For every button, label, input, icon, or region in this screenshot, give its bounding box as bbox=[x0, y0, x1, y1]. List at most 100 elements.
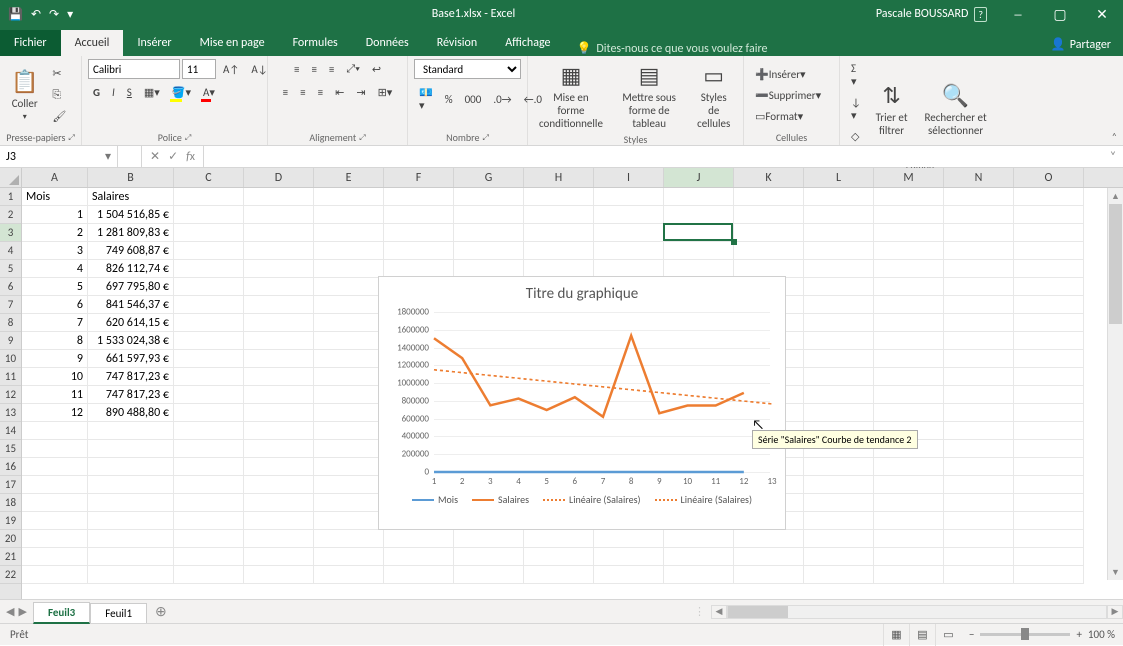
column-header[interactable]: A bbox=[22, 168, 88, 187]
cell[interactable] bbox=[244, 206, 314, 224]
cell[interactable] bbox=[454, 530, 524, 548]
cell[interactable] bbox=[314, 440, 384, 458]
formula-input[interactable] bbox=[204, 146, 1103, 167]
cell[interactable]: 2 bbox=[22, 224, 88, 242]
cell[interactable] bbox=[944, 548, 1014, 566]
column-header[interactable]: E bbox=[314, 168, 384, 187]
cell[interactable] bbox=[314, 476, 384, 494]
cell[interactable] bbox=[1014, 296, 1084, 314]
tab-data[interactable]: Données bbox=[352, 30, 423, 56]
format-cells-button[interactable]: ▭ Format ▾ bbox=[750, 107, 826, 126]
row-header[interactable]: 8 bbox=[0, 314, 21, 332]
embedded-chart[interactable]: Titre du graphique 020000040000060000080… bbox=[378, 276, 786, 530]
cell[interactable] bbox=[174, 188, 244, 206]
name-box[interactable] bbox=[0, 150, 99, 164]
cell[interactable] bbox=[804, 314, 874, 332]
cell[interactable] bbox=[524, 548, 594, 566]
cell[interactable] bbox=[244, 530, 314, 548]
cell[interactable] bbox=[22, 458, 88, 476]
insert-cells-button[interactable]: ➕ Insérer ▾ bbox=[750, 65, 826, 84]
tab-layout[interactable]: Mise en page bbox=[186, 30, 279, 56]
sheet-tab-feuil1[interactable]: Feuil1 bbox=[90, 603, 147, 623]
cell[interactable] bbox=[874, 530, 944, 548]
cell[interactable] bbox=[244, 242, 314, 260]
clipboard-dialog-icon[interactable]: ⤢ bbox=[68, 133, 74, 143]
row-header[interactable]: 1 bbox=[0, 188, 21, 206]
currency-icon[interactable]: 💶▾ bbox=[414, 83, 438, 115]
cell[interactable] bbox=[804, 224, 874, 242]
cell[interactable] bbox=[594, 548, 664, 566]
cell[interactable] bbox=[314, 332, 384, 350]
cell[interactable] bbox=[594, 224, 664, 242]
cell[interactable] bbox=[174, 458, 244, 476]
cell[interactable] bbox=[174, 494, 244, 512]
cell[interactable] bbox=[454, 548, 524, 566]
account-name[interactable]: Pascale BOUSSARD ? bbox=[866, 7, 997, 22]
format-as-table-button[interactable]: ▤Mettre sous forme de tableau bbox=[612, 59, 686, 133]
cell[interactable] bbox=[734, 242, 804, 260]
decimal-inc-icon[interactable]: .0→ bbox=[488, 90, 516, 109]
cell[interactable] bbox=[594, 206, 664, 224]
cell[interactable]: 697 795,80 € bbox=[88, 278, 174, 296]
cell[interactable] bbox=[664, 566, 734, 584]
cell[interactable] bbox=[88, 476, 174, 494]
cell[interactable] bbox=[314, 386, 384, 404]
cell[interactable] bbox=[174, 566, 244, 584]
cell[interactable] bbox=[22, 512, 88, 530]
fill-icon[interactable]: ↓ ▾ bbox=[846, 93, 866, 125]
row-header[interactable]: 21 bbox=[0, 548, 21, 566]
cell[interactable] bbox=[944, 260, 1014, 278]
cell[interactable] bbox=[314, 530, 384, 548]
hscroll-right-icon[interactable]: ▶ bbox=[1107, 605, 1123, 619]
cell[interactable] bbox=[88, 440, 174, 458]
cell[interactable] bbox=[874, 476, 944, 494]
cell[interactable] bbox=[22, 548, 88, 566]
format-painter-icon[interactable]: 🖌 bbox=[47, 107, 71, 126]
column-header[interactable]: O bbox=[1014, 168, 1084, 187]
cell[interactable] bbox=[804, 368, 874, 386]
cell[interactable] bbox=[1014, 404, 1084, 422]
cell[interactable]: 8 bbox=[22, 332, 88, 350]
cell[interactable] bbox=[244, 278, 314, 296]
sort-filter-button[interactable]: ⇅Trier et filtrer bbox=[870, 79, 913, 140]
number-dialog-icon[interactable]: ⤢ bbox=[482, 133, 488, 143]
cell[interactable] bbox=[944, 278, 1014, 296]
fill-color-icon[interactable]: 🪣▾ bbox=[167, 83, 196, 102]
column-header[interactable]: H bbox=[524, 168, 594, 187]
cell[interactable] bbox=[244, 548, 314, 566]
tell-me[interactable]: 💡 Dites-nous ce que vous voulez faire bbox=[564, 41, 767, 56]
cell[interactable] bbox=[384, 530, 454, 548]
column-header[interactable]: I bbox=[594, 168, 664, 187]
paste-button[interactable]: 📋 Coller ▾ bbox=[6, 65, 43, 125]
row-header[interactable]: 3 bbox=[0, 224, 21, 242]
font-size-combo[interactable] bbox=[182, 59, 216, 79]
align-bottom-icon[interactable]: ≡ bbox=[324, 60, 339, 79]
tab-insert[interactable]: Insérer bbox=[123, 30, 185, 56]
horizontal-scrollbar[interactable] bbox=[727, 605, 1107, 619]
cell[interactable]: Salaires bbox=[88, 188, 174, 206]
cell[interactable] bbox=[314, 260, 384, 278]
share-button[interactable]: 👤 Partager bbox=[1039, 33, 1123, 56]
vertical-scrollbar[interactable]: ▲ ▼ bbox=[1107, 188, 1123, 580]
cancel-formula-icon[interactable]: ✕ bbox=[150, 149, 160, 164]
cell[interactable] bbox=[1014, 512, 1084, 530]
tab-review[interactable]: Révision bbox=[423, 30, 491, 56]
cell[interactable] bbox=[174, 206, 244, 224]
cell[interactable] bbox=[874, 458, 944, 476]
collapse-ribbon-icon[interactable]: ˄ bbox=[1112, 130, 1117, 143]
cell[interactable] bbox=[874, 368, 944, 386]
row-header[interactable]: 15 bbox=[0, 440, 21, 458]
cell[interactable]: 1 533 024,38 € bbox=[88, 332, 174, 350]
cell[interactable] bbox=[944, 296, 1014, 314]
delete-cells-button[interactable]: ➖ Supprimer ▾ bbox=[750, 86, 826, 105]
percent-icon[interactable]: % bbox=[440, 90, 458, 109]
column-header[interactable]: N bbox=[944, 168, 1014, 187]
cell[interactable] bbox=[174, 224, 244, 242]
cell[interactable] bbox=[244, 458, 314, 476]
cell[interactable] bbox=[664, 206, 734, 224]
cell[interactable] bbox=[944, 206, 1014, 224]
cell[interactable] bbox=[874, 494, 944, 512]
cell[interactable] bbox=[664, 548, 734, 566]
cell[interactable] bbox=[384, 206, 454, 224]
cell[interactable] bbox=[804, 296, 874, 314]
